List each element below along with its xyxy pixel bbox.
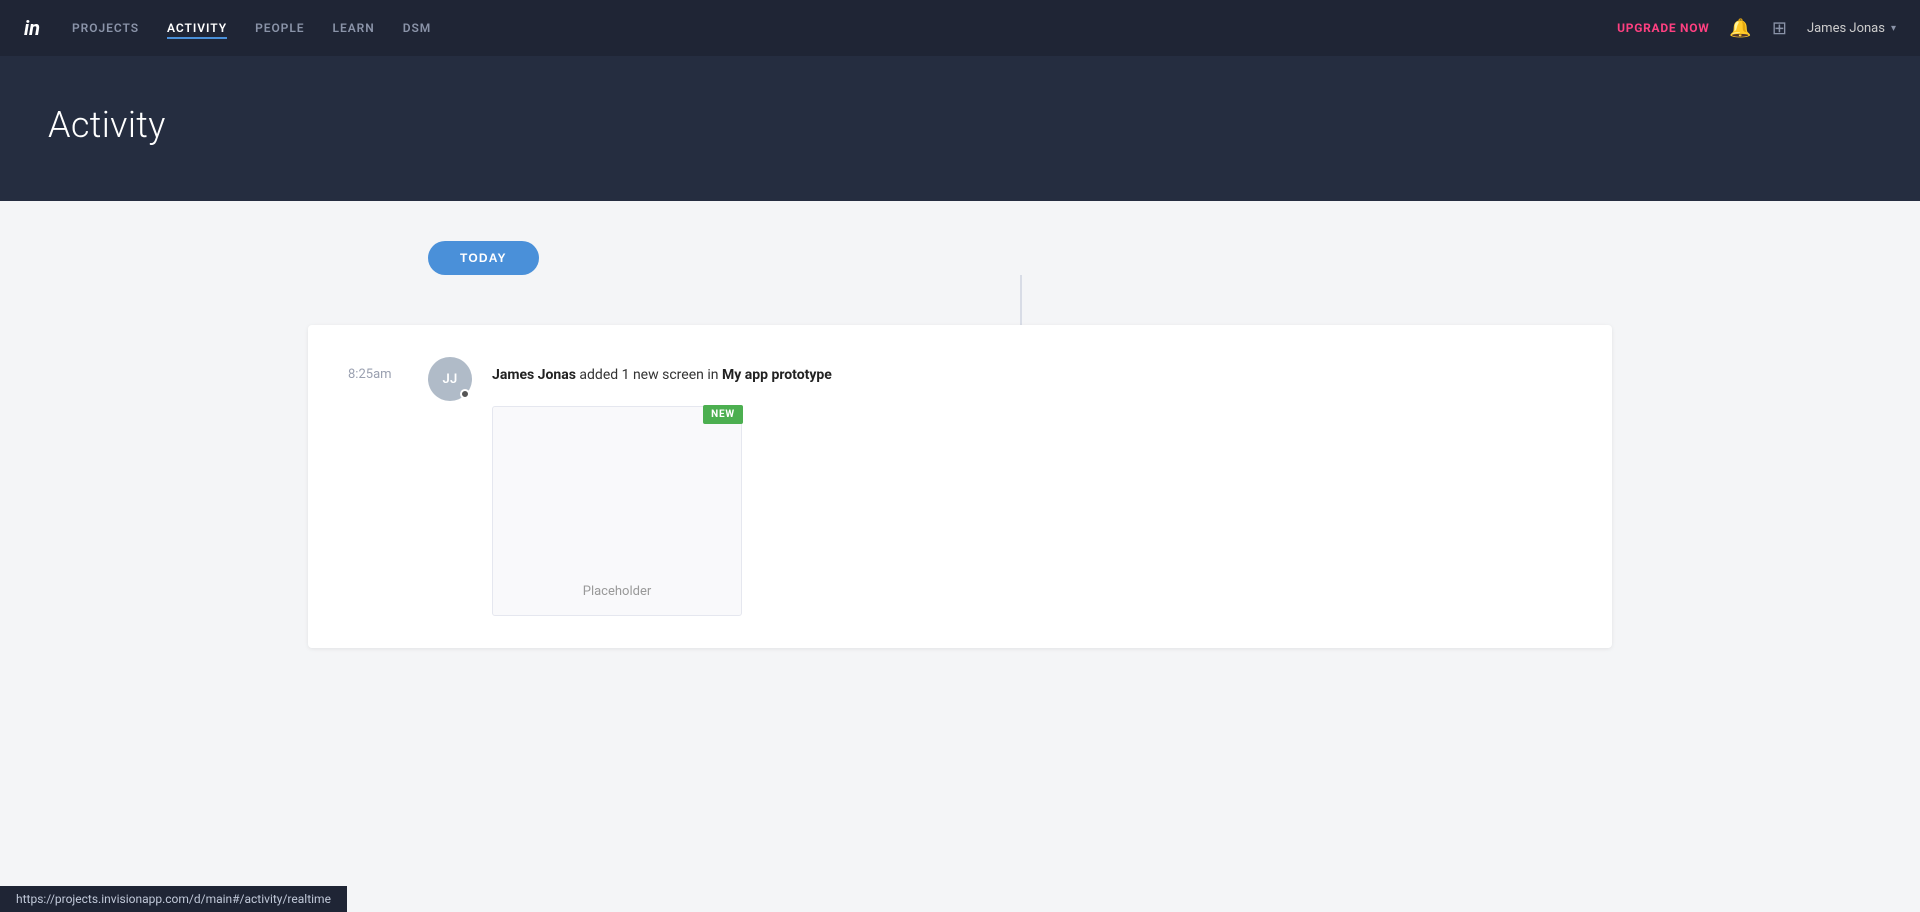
page-header: Activity (0, 56, 1920, 201)
activity-card: 8:25am JJ James Jonas added 1 new screen… (308, 325, 1612, 648)
nav-activity[interactable]: ACTIVITY (167, 17, 227, 39)
timeline-container: TODAY 8:25am JJ James Jonas added 1 new … (260, 241, 1660, 648)
navbar-right: UPGRADE NOW 🔔 ⊞ James Jonas ▾ (1617, 18, 1896, 39)
activity-project-name[interactable]: My app prototype (722, 367, 832, 383)
nav-people[interactable]: PEOPLE (255, 17, 304, 39)
nav-projects[interactable]: PROJECTS (72, 17, 139, 39)
status-url: https://projects.invisionapp.com/d/main#… (16, 892, 331, 906)
screen-placeholder-label: Placeholder (583, 584, 652, 599)
activity-user-name[interactable]: James Jonas (492, 367, 576, 383)
user-menu[interactable]: James Jonas ▾ (1807, 21, 1896, 36)
screen-thumbnail[interactable]: Placeholder (492, 406, 742, 616)
screen-thumbnail-wrap: Placeholder NEW (492, 406, 742, 616)
activity-text: James Jonas added 1 new screen in My app… (492, 365, 1572, 616)
today-section: TODAY (428, 241, 1612, 325)
chevron-down-icon: ▾ (1891, 23, 1896, 34)
navbar: in PROJECTS ACTIVITY PEOPLE LEARN DSM UP… (0, 0, 1920, 56)
activity-description: James Jonas added 1 new screen in My app… (492, 365, 1572, 386)
nav-links: PROJECTS ACTIVITY PEOPLE LEARN DSM (72, 17, 1617, 39)
upgrade-button[interactable]: UPGRADE NOW (1617, 21, 1709, 35)
avatar-status-dot (460, 389, 470, 399)
activity-time: 8:25am (348, 367, 408, 382)
page-title: Activity (48, 104, 166, 146)
invision-logo-icon: in (24, 16, 40, 40)
timeline-line (1020, 275, 1022, 325)
avatar-wrap: JJ (428, 357, 472, 401)
user-name: James Jonas (1807, 21, 1885, 36)
main-content: TODAY 8:25am JJ James Jonas added 1 new … (0, 201, 1920, 912)
status-bar: https://projects.invisionapp.com/d/main#… (0, 886, 347, 912)
activity-row: 8:25am JJ James Jonas added 1 new screen… (348, 357, 1572, 616)
today-button[interactable]: TODAY (428, 241, 539, 275)
grid-icon[interactable]: ⊞ (1772, 18, 1787, 39)
new-badge: NEW (703, 405, 743, 424)
logo[interactable]: in (24, 16, 40, 40)
nav-dsm[interactable]: DSM (403, 17, 432, 39)
notification-icon[interactable]: 🔔 (1729, 18, 1751, 39)
nav-learn[interactable]: LEARN (333, 17, 375, 39)
